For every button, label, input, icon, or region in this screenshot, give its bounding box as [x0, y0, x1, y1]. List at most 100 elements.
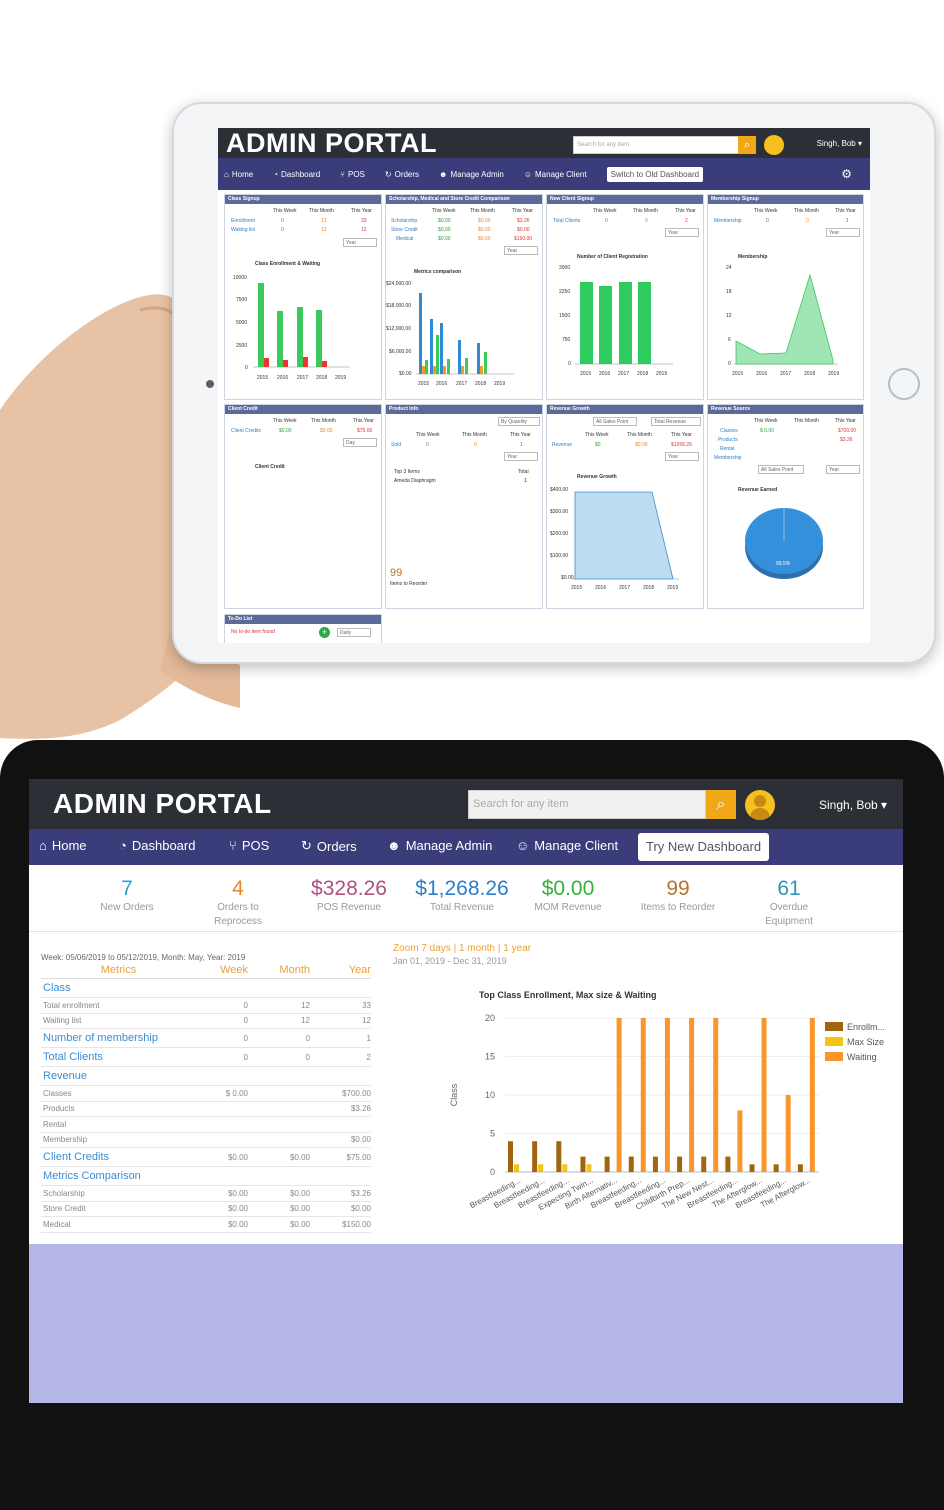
cell: 0	[426, 442, 429, 448]
cell: $0.00	[320, 428, 333, 434]
tablet-nav: ⌂ Home ◔ Dashboard ⑂ POS ↻ Orders ☻ Manage Ad…	[218, 158, 870, 190]
search-icon[interactable]: ⌕	[706, 790, 736, 819]
laptop-search-input[interactable]: Search for any item	[468, 790, 706, 819]
kpi-orders-to-reprocess[interactable]: 4 Orders to Reprocess	[203, 877, 273, 929]
tablet-nav-home[interactable]: ⌂ Home	[224, 170, 253, 179]
sales-point-select[interactable]: All Sales Point	[758, 465, 804, 474]
cell: 1	[846, 218, 849, 224]
kpi-new-orders[interactable]: 7 New Orders	[91, 877, 163, 915]
quantity-select[interactable]: By Quantity	[498, 417, 540, 426]
year-select[interactable]: Year	[826, 228, 860, 237]
y-tick: 0	[490, 1167, 495, 1177]
tablet-search-input[interactable]: Search for any item	[573, 136, 739, 154]
gear-icon[interactable]: ⚙	[841, 167, 852, 181]
nav-manage-admin[interactable]: ☻ Manage Admin	[387, 838, 492, 853]
nav-home[interactable]: ⌂ Home	[39, 838, 87, 853]
nav-dashboard[interactable]: ◔ Dashboard	[119, 838, 195, 853]
legend-label: Enrollm...	[847, 1022, 885, 1032]
reorder-label: Items to Reorder	[390, 581, 428, 587]
metrics-row[interactable]: Total Clients 0 0 2	[41, 1048, 371, 1067]
metrics-row[interactable]: Class	[41, 979, 371, 998]
zoom-1-year[interactable]: 1 year	[503, 943, 531, 954]
y-tick: 6	[728, 337, 731, 343]
sales-point-select[interactable]: All Sales Point	[593, 417, 637, 426]
try-new-dashboard-button[interactable]: Try New Dashboard	[638, 833, 770, 861]
row-label: Rental	[720, 446, 735, 452]
col-header: This Month	[633, 208, 658, 214]
metrics-row: Membership $0.00	[41, 1133, 371, 1148]
x-tick: 2019	[494, 381, 505, 387]
metrics-row[interactable]: Metrics Comparison	[41, 1167, 371, 1186]
tablet-user-menu[interactable]: Singh, Bob ▾	[817, 139, 862, 148]
metric-label: Total Clients	[43, 1051, 103, 1063]
zoom-7-days[interactable]: 7 days	[421, 943, 450, 954]
year-select[interactable]: Year	[343, 238, 377, 247]
kpi-items-to-reorder[interactable]: 99 Items to Reorder	[633, 877, 723, 915]
zoom-1-month[interactable]: 1 month	[459, 943, 495, 954]
year-select[interactable]: Year	[504, 452, 538, 461]
tablet-search-icon[interactable]: ⌕	[738, 136, 756, 154]
col-header-month: Month	[279, 964, 310, 976]
chart-title: Number of Client Registration	[577, 254, 648, 260]
metrics-row[interactable]: Revenue	[41, 1067, 371, 1086]
year-select[interactable]: Year	[665, 228, 699, 237]
y-tick: $18,000.00	[386, 303, 411, 309]
bar-scholarship	[477, 343, 480, 374]
nav-pos[interactable]: ⑂ POS	[229, 838, 269, 853]
day-select[interactable]: Day	[343, 438, 377, 447]
metric-value: $ 0.00	[225, 1088, 248, 1098]
kpi-total-revenue[interactable]: $1,268.26 Total Revenue	[407, 877, 517, 915]
metrics-row[interactable]: Number of membership 0 0 1	[41, 1029, 371, 1048]
row-label: Client Credits	[231, 428, 262, 434]
y-tick: 20	[485, 1013, 495, 1023]
y-tick: 0	[728, 361, 731, 367]
kpi-overdue-equipment[interactable]: 61 Overdue Equipment	[749, 877, 829, 929]
cell: 0	[806, 218, 809, 224]
bar-waiting	[809, 1018, 815, 1172]
tablet-avatar[interactable]	[764, 135, 784, 155]
client-icon: ☺	[523, 169, 533, 179]
tablet-nav-dashboard[interactable]: ◔ Dashboard	[273, 170, 320, 179]
year-select[interactable]: Year	[665, 452, 699, 461]
add-todo-icon[interactable]: +	[319, 627, 330, 638]
top-item-name: Ameda Diaphragm	[394, 478, 436, 484]
col-header: This Month	[627, 432, 652, 438]
kpi-pos-revenue[interactable]: $328.26 POS Revenue	[299, 877, 399, 915]
year-select[interactable]: Year	[504, 246, 538, 255]
pie-label: 99.5%	[776, 561, 791, 567]
bar-scholarship	[419, 293, 422, 374]
panel-title: Class Signup	[225, 195, 381, 204]
tablet-nav-manage-admin[interactable]: ☻ Manage Admin	[439, 170, 504, 179]
nav-manage-client[interactable]: ☺ Manage Client	[516, 838, 618, 853]
kpi-mom-revenue[interactable]: $0.00 MOM Revenue	[525, 877, 611, 915]
tablet-home-button[interactable]	[888, 368, 920, 400]
year-select[interactable]: Year	[826, 465, 860, 474]
kpi-value: 4	[232, 877, 244, 900]
tablet-switch-dashboard-button[interactable]: Switch to Old Dashboard	[606, 166, 704, 182]
y-tick: 7500	[236, 297, 247, 303]
metric-label: Rental	[43, 1119, 67, 1129]
home-icon: ⌂	[224, 169, 229, 179]
tablet-panel-todo: To-Do List No to-do item found + Daily	[224, 614, 382, 643]
revenue-type-select[interactable]: Total Revenue	[651, 417, 701, 426]
metric-label: Products	[43, 1104, 75, 1114]
nav-orders[interactable]: ↻ Orders	[301, 838, 357, 854]
metrics-row[interactable]: Client Credits $0.00 $0.00 $75.00	[41, 1148, 371, 1167]
kpi-label: Items to Reorder	[640, 902, 716, 913]
cell: 0	[474, 442, 477, 448]
cell: 12	[321, 227, 327, 233]
tablet-nav-manage-client[interactable]: ☺ Manage Client	[524, 170, 587, 179]
user-menu[interactable]: Singh, Bob ▾	[819, 798, 887, 812]
metric-value: 12	[301, 1016, 310, 1026]
tablet-panel-membership: Membership Signup This Week This Month T…	[707, 194, 864, 400]
cell: $3.26	[840, 437, 853, 443]
daily-select[interactable]: Daily	[337, 628, 371, 637]
bar-store-credit	[433, 366, 436, 374]
x-tick: 2017	[619, 585, 630, 591]
metric-value: $3.26	[350, 1188, 371, 1198]
legend-swatch	[825, 1052, 843, 1061]
tablet-nav-pos[interactable]: ⑂ POS	[340, 170, 365, 179]
col-header: This Month	[462, 432, 487, 438]
avatar[interactable]	[745, 790, 775, 820]
tablet-nav-orders[interactable]: ↻ Orders	[385, 170, 419, 179]
